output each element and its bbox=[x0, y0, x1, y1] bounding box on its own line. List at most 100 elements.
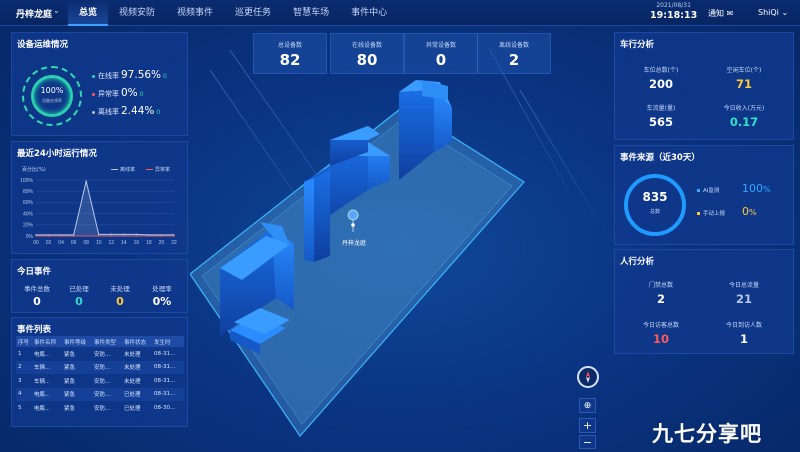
stat-label: 车位总数(个) bbox=[643, 67, 679, 74]
total-devices-card: 总设备数 82 bbox=[253, 33, 327, 74]
data-point bbox=[98, 233, 100, 236]
stat-label: 空闲车位(个) bbox=[726, 67, 762, 74]
cell-index: 2 bbox=[16, 360, 32, 374]
data-point bbox=[173, 235, 175, 237]
x-tick-label: 04 bbox=[58, 240, 64, 246]
col-header[interactable]: 事件名称 bbox=[32, 336, 62, 347]
rate-extra: 0 bbox=[156, 109, 161, 116]
col-header[interactable]: 序号 bbox=[16, 336, 32, 347]
cell-event-name[interactable]: 电瓶... bbox=[32, 347, 62, 361]
y-tick-label: 20% bbox=[23, 223, 34, 229]
event-total: 事件总数 0 bbox=[18, 283, 56, 308]
site-name[interactable]: 丹梓龙庭 bbox=[16, 7, 52, 20]
series-line-offline bbox=[36, 181, 174, 236]
cell-status: 未处理 bbox=[122, 360, 152, 374]
cell-index: 3 bbox=[18, 377, 22, 384]
event-rate: 处理率 0% bbox=[143, 283, 181, 308]
col-header[interactable]: 事件状态 bbox=[122, 336, 152, 347]
table-row[interactable]: 4 电瓶... 紧急 安防... 已处理 08-31... bbox=[16, 387, 184, 401]
card-value: 2 bbox=[508, 51, 520, 69]
legend-offline: 离线率 bbox=[111, 166, 135, 173]
status-dot bbox=[92, 110, 95, 114]
runtime-line-chart: 0% 20% 40% 60% 80% 100% 00 02 04 06 08 10 12 14 16 18 20… bbox=[20, 178, 177, 246]
nav-patrol-tasks[interactable]: 巡更任务 bbox=[224, 0, 282, 26]
nav-video-security[interactable]: 视频安防 bbox=[108, 0, 166, 26]
pct-value: 100 bbox=[742, 182, 763, 195]
table-row[interactable]: 2 车辆... 紧急 安防... 未处理 08-31... bbox=[16, 360, 184, 374]
stat-value: 10 bbox=[652, 332, 669, 346]
map-3d-view[interactable]: 丹梓龙庭 bbox=[190, 30, 610, 440]
cell-event-name[interactable]: 电瓶... bbox=[32, 401, 62, 415]
zoom-out-button[interactable]: − bbox=[579, 435, 596, 449]
cell-status: 未处理 bbox=[124, 351, 141, 358]
x-tick-label: 20 bbox=[159, 240, 165, 246]
table-row[interactable]: 3 车辆... 紧急 安防... 未处理 08-31... bbox=[16, 374, 184, 388]
user-menu[interactable]: ShiQi ⌄ bbox=[758, 8, 788, 17]
event-stat-value: 0% bbox=[152, 295, 172, 308]
table-row[interactable]: 5 电瓶... 紧急 安防... 已处理 08-30... bbox=[16, 401, 184, 415]
card-label: 总设备数 bbox=[277, 42, 302, 49]
stat-label: 车流量(量) bbox=[646, 105, 676, 112]
y-tick-label: 40% bbox=[23, 211, 34, 217]
data-point bbox=[123, 233, 125, 236]
offline-devices-card: 离线设备数 2 bbox=[477, 33, 551, 74]
event-stat-label: 事件总数 bbox=[24, 285, 50, 293]
datetime: 2021/08/31 19:18:13 bbox=[650, 2, 697, 21]
nav-event-center[interactable]: 事件中心 bbox=[340, 0, 398, 26]
cell-event-name[interactable]: 车辆... bbox=[32, 360, 62, 374]
col-header[interactable]: 事件等级 bbox=[62, 336, 92, 347]
notify-button[interactable]: 通知 ✉ bbox=[708, 8, 733, 19]
stat-value: 200 bbox=[648, 77, 673, 91]
chart-ylabel: 百分比(%) bbox=[22, 167, 46, 173]
nav-video-events[interactable]: 视频事件 bbox=[166, 0, 224, 26]
time-label: 19:18:13 bbox=[650, 10, 698, 21]
x-tick-label: 02 bbox=[46, 240, 52, 246]
rate-extra: 0 bbox=[139, 91, 144, 98]
legend-swatch bbox=[697, 189, 700, 192]
col-header[interactable]: 发生时 bbox=[152, 336, 184, 347]
source-manual: 手动上报 bbox=[697, 209, 725, 217]
panel-title: 最近24小时运行情况 bbox=[17, 149, 97, 159]
card-value: 80 bbox=[356, 51, 378, 69]
panel-title: 人行分析 bbox=[620, 257, 655, 267]
x-tick-label: 08 bbox=[83, 240, 89, 246]
cell-status: 未处理 bbox=[124, 378, 141, 385]
compass-icon[interactable] bbox=[577, 366, 599, 388]
data-point bbox=[135, 235, 138, 237]
col-header[interactable]: 事件类型 bbox=[92, 336, 122, 347]
vehicle-stat: 车位总数(个) 200 bbox=[626, 65, 696, 91]
ring-value: 100% bbox=[40, 86, 64, 95]
data-point bbox=[110, 235, 112, 237]
cell-event-name[interactable]: 电瓶... bbox=[32, 387, 62, 401]
stat-value: 0.17 bbox=[729, 115, 759, 129]
panel-title: 事件来源（近30天） bbox=[620, 153, 700, 163]
cell-time: 08-31... bbox=[154, 377, 176, 384]
card-value: 0 bbox=[435, 51, 447, 69]
map-pin-label: 丹梓龙庭 bbox=[342, 239, 366, 247]
cell-type: 安防... bbox=[92, 360, 122, 374]
stat-label: 今日访客总数 bbox=[642, 322, 679, 329]
cell-type: 安防... bbox=[92, 387, 122, 401]
people-stat: 今日总流量 21 bbox=[709, 280, 779, 306]
data-point bbox=[135, 233, 138, 236]
event-unhandled: 未处理 0 bbox=[101, 283, 139, 308]
vehicle-stat: 空闲车位(个) 71 bbox=[709, 65, 779, 91]
data-point bbox=[110, 233, 112, 236]
cell-index: 5 bbox=[18, 404, 22, 411]
cell-event-name[interactable]: 车辆... bbox=[32, 374, 62, 388]
table-row[interactable]: 1 电瓶... 紧急 安防... 未处理 08-31... bbox=[16, 347, 184, 361]
stat-value: 565 bbox=[648, 115, 673, 129]
ring-sub-label: 设备在线率 bbox=[42, 98, 62, 103]
nav-smart-parking[interactable]: 智慧车场 bbox=[282, 0, 340, 26]
mail-icon: ✉ bbox=[726, 9, 734, 18]
source-ai: AI监测 bbox=[697, 186, 719, 194]
nav-overview[interactable]: 总览 bbox=[68, 0, 109, 26]
cell-type: 安防... bbox=[94, 378, 111, 385]
chevron-down-icon[interactable]: ⌄ bbox=[53, 6, 60, 15]
locate-icon[interactable]: ⊕ bbox=[579, 398, 596, 413]
series-area-offline bbox=[36, 181, 174, 236]
cell-time: 08-31... bbox=[152, 360, 184, 374]
cell-status: 已处理 bbox=[122, 387, 152, 401]
zoom-in-button[interactable]: + bbox=[579, 418, 596, 433]
x-tick-label: 18 bbox=[146, 240, 152, 246]
